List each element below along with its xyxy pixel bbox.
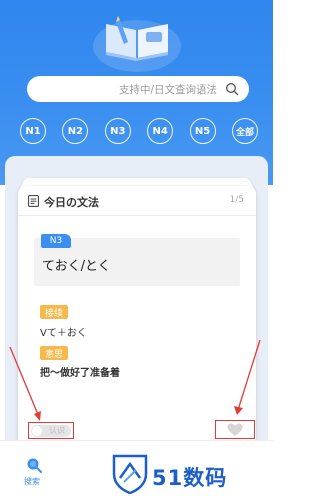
- level-n4-button[interactable]: N4: [147, 118, 174, 144]
- search-icon[interactable]: [225, 82, 239, 96]
- card-title: 今日の文法: [44, 196, 99, 209]
- known-toggle-highlight[interactable]: 认识: [28, 422, 74, 439]
- connection-label: 接续: [40, 305, 69, 319]
- book-icon: [93, 16, 181, 72]
- level-n1-button[interactable]: N1: [20, 118, 46, 144]
- document-icon: [28, 195, 39, 207]
- level-tag: N3: [41, 234, 71, 248]
- meaning-text: 把～做好了准备着: [40, 368, 120, 379]
- card-header: 今日の文法 1/5: [18, 186, 256, 216]
- known-toggle-label: 认识: [49, 426, 65, 435]
- level-all-button[interactable]: 全部: [231, 118, 258, 144]
- level-n2-button[interactable]: N2: [62, 118, 89, 144]
- toggle-knob: [32, 425, 42, 436]
- level-filter: N1 N2 N3 N4 N5 全部: [20, 118, 258, 144]
- watermark-text: 51数码: [152, 466, 228, 490]
- known-toggle[interactable]: 认识: [31, 424, 71, 437]
- search-input[interactable]: 支持中/日文查询语法: [27, 76, 249, 102]
- search-tab-label[interactable]: 搜索: [24, 476, 40, 487]
- right-red-arrow: [234, 339, 261, 415]
- card-page-indicator: 1/5: [229, 195, 244, 205]
- level-n3-button[interactable]: N3: [104, 118, 131, 144]
- left-red-arrow: [9, 346, 41, 421]
- search-tab-icon[interactable]: [26, 457, 42, 473]
- heart-icon[interactable]: [227, 423, 243, 437]
- favorite-button-highlight[interactable]: [215, 420, 255, 439]
- grammar-pattern: ておく/とく: [42, 259, 111, 274]
- level-n5-button[interactable]: N5: [189, 118, 216, 144]
- connection-text: Vて＋おく: [40, 328, 87, 339]
- grammar-card[interactable]: 今日の文法 1/5 N3 ておく/とく 接续 Vて＋おく 意思 把～做好了准备着: [18, 186, 256, 448]
- search-placeholder: 支持中/日文查询语法: [118, 83, 217, 96]
